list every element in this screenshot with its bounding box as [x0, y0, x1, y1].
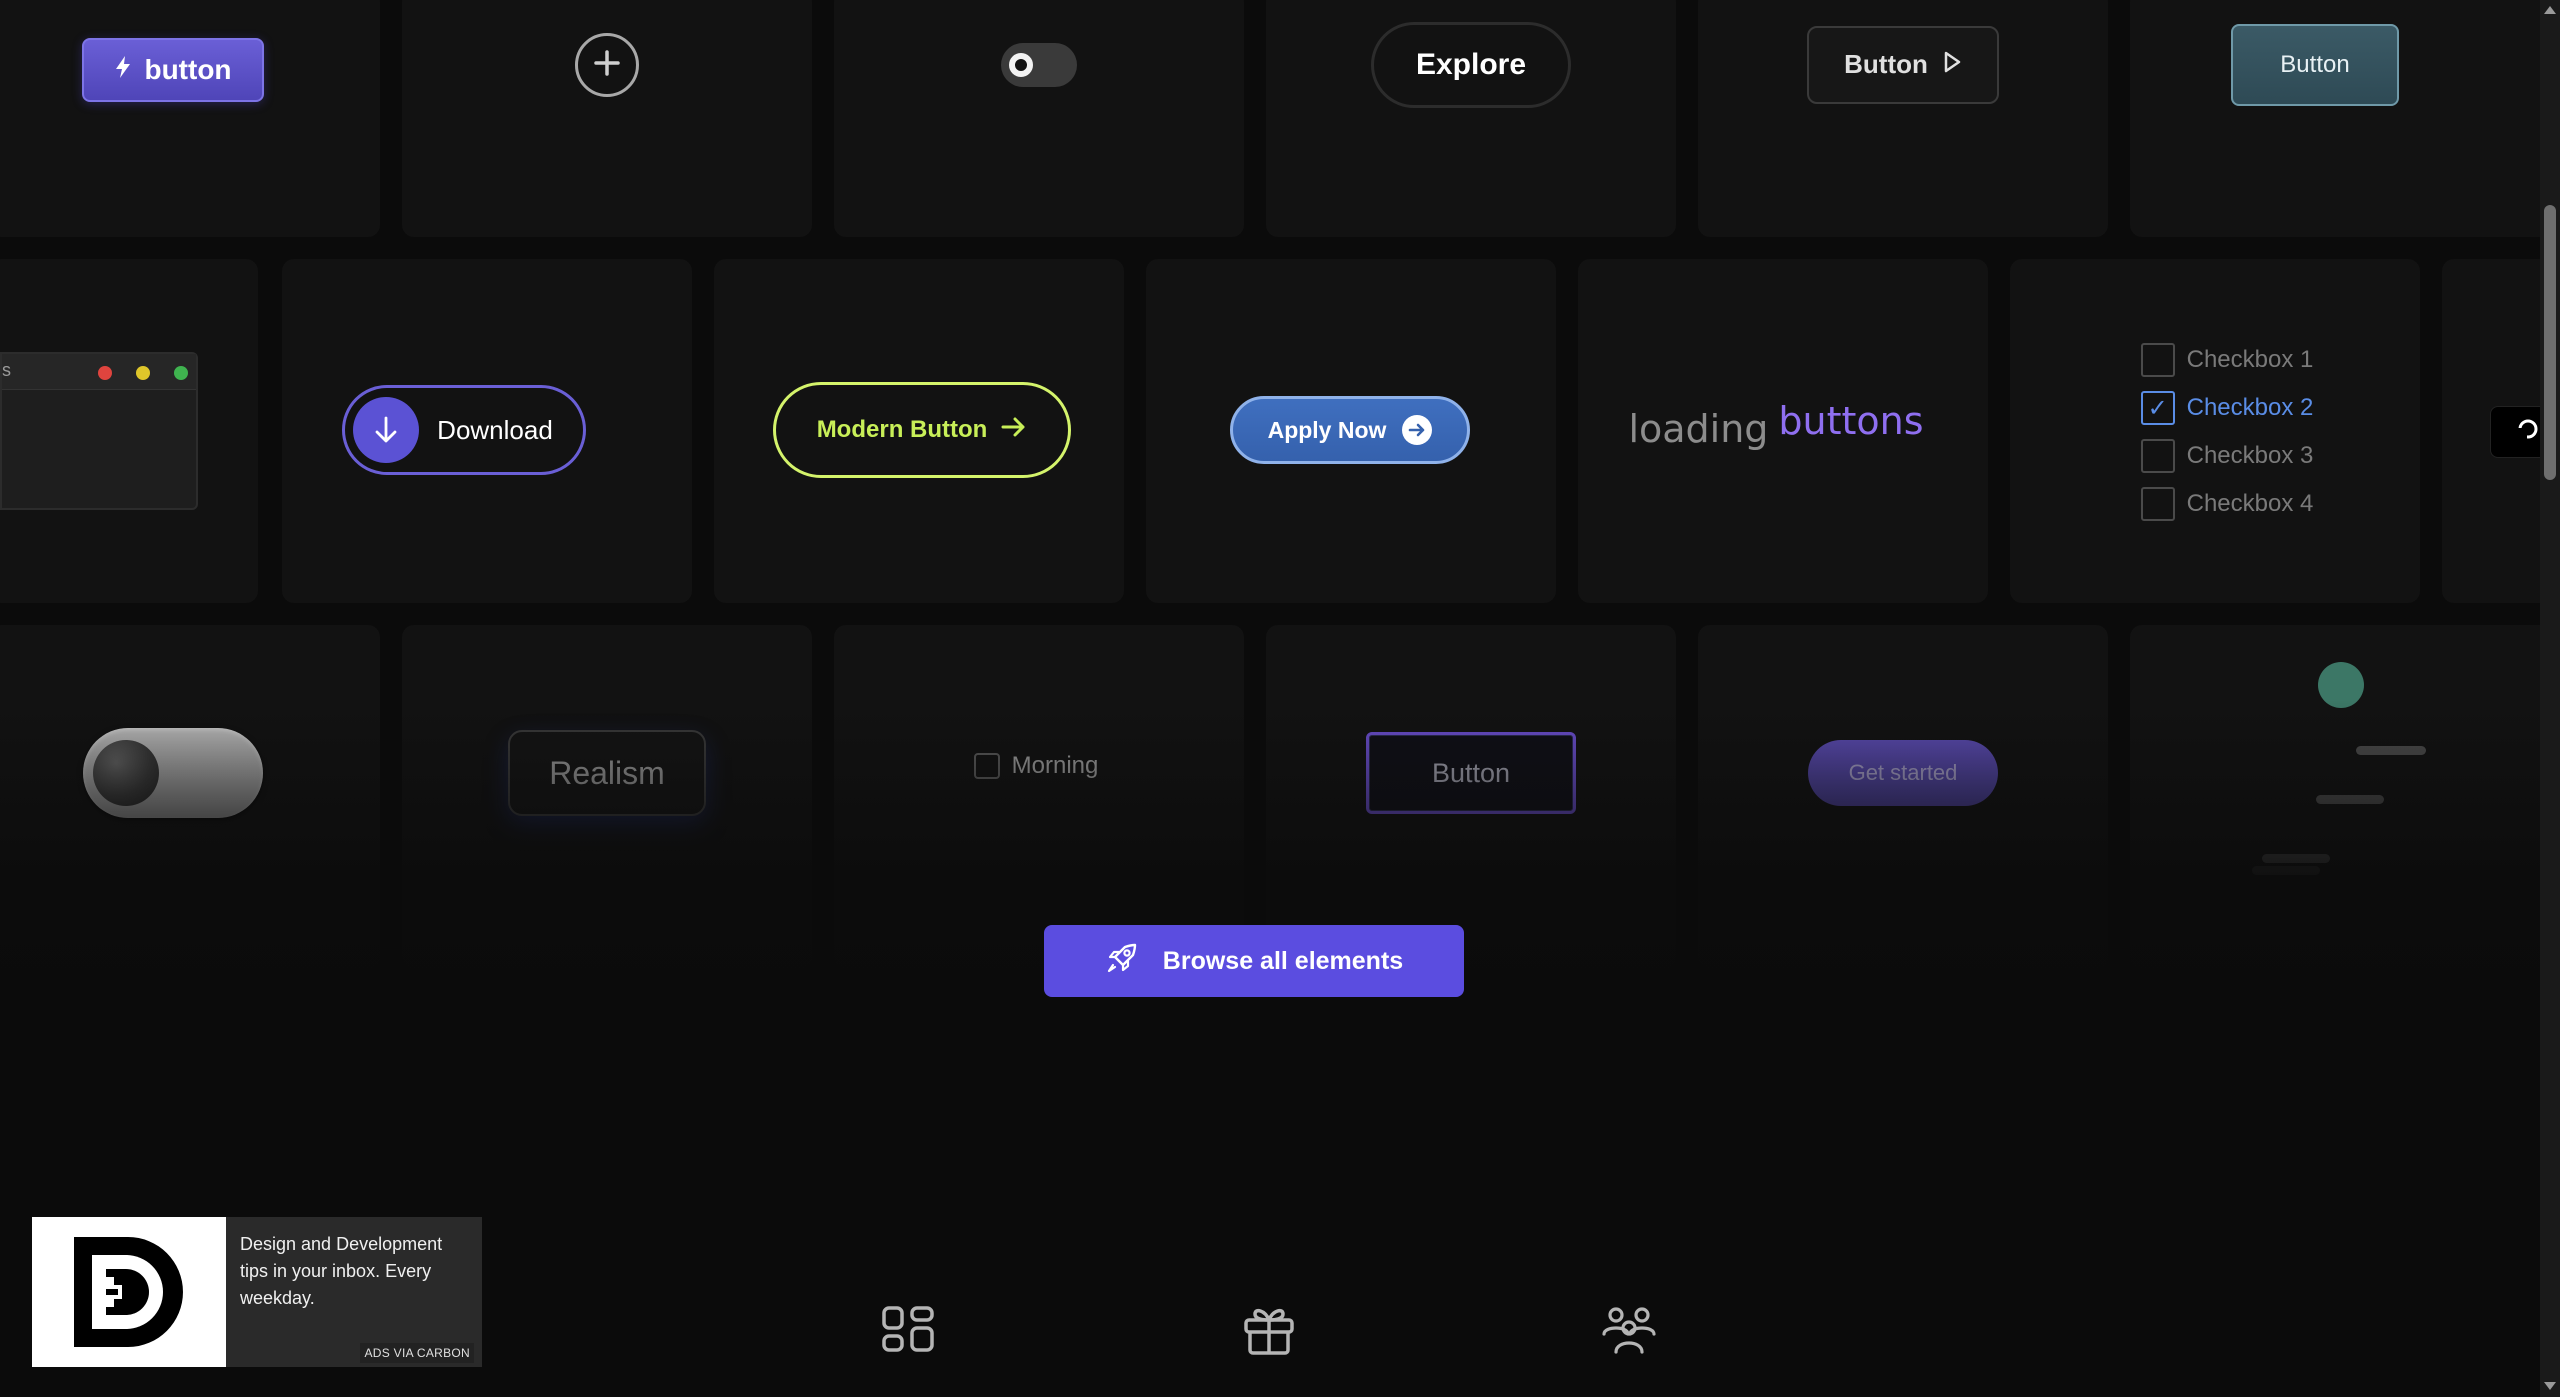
realistic-toggle-switch[interactable] — [83, 728, 263, 818]
checkbox-box[interactable] — [2140, 343, 2175, 377]
card-realism-button: Realism — [402, 625, 812, 969]
modern-button-label: Modern Button — [816, 416, 988, 443]
loader-step — [2356, 746, 2426, 755]
gift-icon[interactable] — [1241, 1302, 1297, 1358]
play-button-label: Button — [1844, 49, 1928, 79]
ad-logo[interactable] — [32, 1217, 226, 1367]
card-plus-button — [402, 0, 812, 237]
card-teal-button: Button — [2130, 0, 2540, 237]
plus-icon — [592, 45, 622, 85]
github-chip[interactable] — [2490, 406, 2540, 458]
elements-gallery: button Explore Button Button s Download … — [0, 0, 2540, 1397]
community-icon[interactable] — [1601, 1302, 1657, 1358]
small-toggle-switch[interactable] — [1001, 42, 1077, 87]
loading-word: loading — [1628, 407, 1769, 451]
checkbox-label: Checkbox 4 — [2186, 490, 2314, 517]
realism-button[interactable]: Realism — [508, 730, 706, 816]
github-icon — [2517, 418, 2539, 447]
checkbox-label: Checkbox 3 — [2186, 442, 2314, 469]
modern-button[interactable]: Modern Button — [773, 382, 1071, 478]
mac-window-titlebar: s — [2, 354, 196, 390]
card-download-button: Download — [282, 259, 692, 603]
gradient-outline-button[interactable]: Button — [1366, 732, 1576, 814]
checkbox-item[interactable]: Checkbox 4 — [2140, 487, 2314, 521]
card-small-toggle — [834, 0, 1244, 237]
explore-button[interactable]: Explore — [1371, 21, 1571, 108]
card-morning-checkbox: Morning — [834, 625, 1244, 969]
download-icon — [353, 397, 420, 463]
arrow-circle-icon — [1402, 415, 1433, 445]
carbon-ad[interactable]: Design and Development tips in your inbo… — [32, 1217, 482, 1367]
checkbox-box[interactable] — [2140, 439, 2175, 473]
checkbox-list: Checkbox 1 ✓ Checkbox 2 Checkbox 3 Check… — [2140, 343, 2314, 521]
arrow-right-icon — [1001, 416, 1027, 445]
page-scrollbar[interactable] — [2540, 0, 2560, 1397]
dd-logo-icon — [74, 1237, 183, 1347]
mac-window-title-fragment: s — [2, 360, 11, 380]
play-icon — [1942, 49, 1962, 80]
download-label: Download — [437, 414, 553, 445]
card-realistic-toggle — [0, 625, 380, 969]
scroll-down-arrow-icon[interactable] — [2544, 1382, 2556, 1390]
checkbox-box[interactable] — [973, 753, 1000, 779]
scrollbar-thumb[interactable] — [2544, 205, 2556, 480]
minimize-dot[interactable] — [136, 366, 150, 380]
checkbox-box[interactable]: ✓ — [2140, 391, 2175, 425]
loader-step — [2316, 795, 2384, 804]
browse-all-elements-label: Browse all elements — [1162, 946, 1404, 975]
loader-step — [2252, 866, 2320, 875]
checkbox-label: Checkbox 2 — [2186, 394, 2314, 421]
card-modern-button: Modern Button — [714, 259, 1124, 603]
play-button[interactable]: Button — [1807, 25, 1999, 104]
checkbox-box[interactable] — [2140, 487, 2175, 521]
ads-via-carbon-link[interactable]: ADS VIA CARBON — [360, 1343, 474, 1363]
card-get-started: Get started — [1698, 625, 2108, 969]
loading-buttons-text: loading buttons — [1628, 399, 1923, 451]
elements-grid-icon[interactable] — [880, 1302, 936, 1358]
morning-label: Morning — [1011, 752, 1099, 779]
toggle-knob — [93, 740, 159, 806]
get-started-button[interactable]: Get started — [1808, 740, 1998, 806]
card-checkboxes: Checkbox 1 ✓ Checkbox 2 Checkbox 3 Check… — [2010, 259, 2420, 603]
bolt-icon — [114, 54, 132, 86]
loader-step — [2262, 854, 2330, 863]
plus-button[interactable] — [575, 32, 639, 97]
download-button[interactable]: Download — [342, 385, 586, 475]
bolt-button[interactable]: button — [82, 37, 264, 102]
bolt-button-label: button — [144, 53, 232, 85]
maximize-dot[interactable] — [174, 366, 188, 380]
close-dot[interactable] — [98, 366, 112, 380]
buttons-word: buttons — [1778, 399, 1924, 443]
teal-button[interactable]: Button — [2231, 23, 2399, 106]
mac-window-preview: s — [0, 352, 198, 510]
card-outline-button: Button — [1266, 625, 1676, 969]
toggle-knob — [1009, 52, 1033, 77]
rocket-icon — [1105, 941, 1139, 982]
loader-ball — [2318, 662, 2364, 708]
apply-now-button[interactable]: Apply Now — [1230, 396, 1470, 464]
card-explore-button: Explore — [1266, 0, 1676, 237]
checkbox-item[interactable]: Checkbox 3 — [2140, 439, 2314, 473]
card-bolt-button: button — [0, 0, 380, 237]
scroll-up-arrow-icon[interactable] — [2544, 6, 2556, 14]
card-loading-buttons: loading buttons — [1578, 259, 1988, 603]
morning-checkbox[interactable]: Morning — [973, 752, 1099, 780]
browse-all-elements-button[interactable]: Browse all elements — [1044, 925, 1464, 997]
card-play-button: Button — [1698, 0, 2108, 237]
apply-now-label: Apply Now — [1267, 416, 1387, 443]
card-apply-button: Apply Now — [1146, 259, 1556, 603]
checkbox-item[interactable]: ✓ Checkbox 2 — [2140, 391, 2314, 425]
checkbox-item[interactable]: Checkbox 1 — [2140, 343, 2314, 377]
check-icon: ✓ — [2147, 394, 2168, 422]
checkbox-label: Checkbox 1 — [2186, 346, 2314, 373]
